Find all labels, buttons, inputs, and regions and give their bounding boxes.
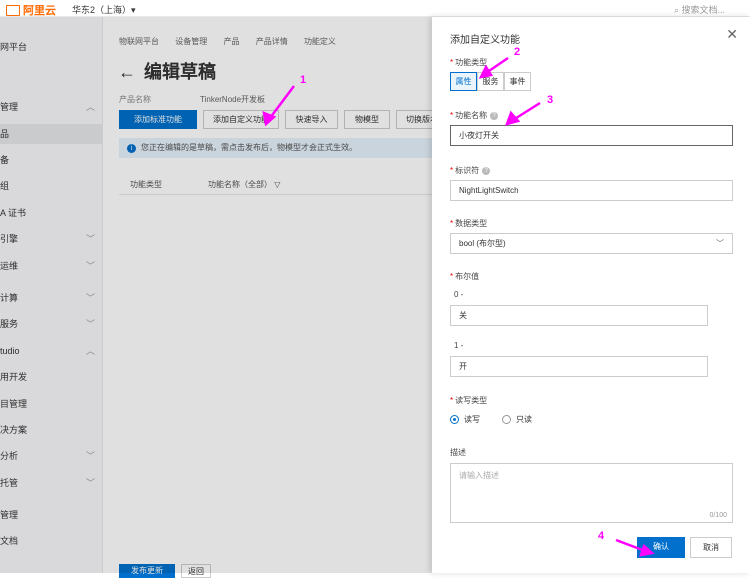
annotation-3: 3: [547, 94, 554, 106]
annotation-arrows: [262, 56, 655, 557]
annotation-2: 2: [514, 46, 521, 58]
annotation-1: 1: [300, 74, 307, 86]
annotation-4: 4: [598, 530, 605, 542]
